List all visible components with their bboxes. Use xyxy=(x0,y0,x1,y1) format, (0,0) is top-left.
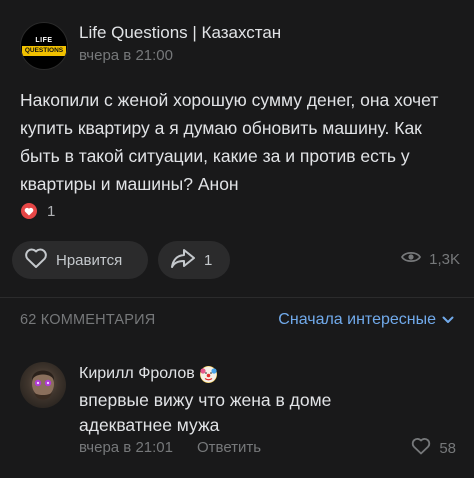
reply-button[interactable]: Ответить xyxy=(197,439,261,456)
comment-time: вчера в 21:01 xyxy=(79,439,173,456)
heart-reaction-icon xyxy=(19,201,39,221)
reaction-count: 1 xyxy=(47,202,56,220)
post-time: вчера в 21:00 xyxy=(79,47,173,64)
clown-emoji-icon xyxy=(199,365,217,383)
like-label: Нравится xyxy=(56,251,123,269)
share-icon xyxy=(170,247,196,273)
avatar-logo-line1: LIFE xyxy=(35,37,53,44)
heart-icon xyxy=(24,247,48,273)
comment-like-count: 58 xyxy=(439,439,456,457)
reaction-summary[interactable]: 1 xyxy=(19,201,55,221)
commenter-avatar[interactable] xyxy=(20,362,66,408)
comments-count: 62 КОММЕНТАРИЯ xyxy=(20,312,156,328)
post-text: Накопили с женой хорошую сумму денег, он… xyxy=(20,90,439,194)
share-button[interactable]: 1 xyxy=(158,241,230,279)
sort-label: Сначала интересные xyxy=(278,311,436,328)
sort-comments-button[interactable]: Сначала интересные xyxy=(278,311,454,329)
like-button[interactable]: Нравится xyxy=(12,241,148,279)
comment-author[interactable]: Кирилл Фролов xyxy=(79,365,217,383)
eye-icon xyxy=(401,250,422,268)
views-count: 1,3K xyxy=(429,250,460,268)
group-avatar[interactable]: LIFE QUESTIONS xyxy=(20,22,68,70)
group-name[interactable]: Life Questions | Казахстан xyxy=(79,23,281,43)
share-count: 1 xyxy=(204,251,213,269)
comment-text: впервые вижу что жена в доме адекватнее … xyxy=(79,390,332,435)
divider xyxy=(0,297,474,298)
avatar-logo-line2: QUESTIONS xyxy=(21,46,67,56)
comment-author-name: Кирилл Фролов xyxy=(79,365,195,382)
heart-icon xyxy=(411,437,431,459)
chevron-down-icon xyxy=(442,311,454,329)
views-counter: 1,3K xyxy=(401,250,460,268)
comment-like-button[interactable]: 58 xyxy=(411,437,456,459)
